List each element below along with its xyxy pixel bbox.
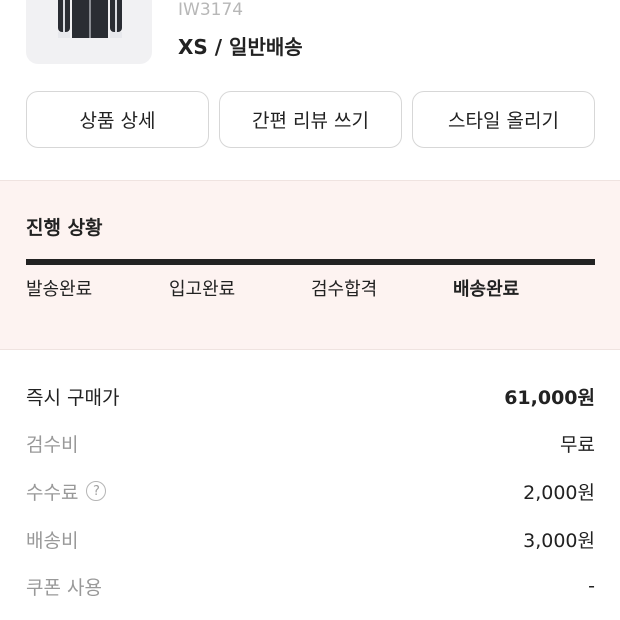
quick-review-button[interactable]: 간편 리뷰 쓰기 [219, 91, 402, 148]
commission-label-wrap: 수수료 ? [26, 478, 107, 505]
jacket-image [58, 0, 122, 42]
instant-buy-value: 61,000원 [504, 386, 595, 409]
product-detail-button[interactable]: 상품 상세 [26, 91, 209, 148]
coupon-label: 쿠폰 사용 [26, 576, 102, 599]
price-row-instant-buy: 즉시 구매가 61,000원 [26, 381, 595, 411]
order-detail-page: IW3174 XS / 일반배송 상품 상세 간편 리뷰 쓰기 스타일 올리기 … [0, 0, 620, 620]
product-thumbnail[interactable] [26, 0, 152, 64]
inspection-fee-label: 검수비 [26, 433, 79, 456]
instant-buy-label: 즉시 구매가 [26, 386, 120, 409]
progress-step-shipped: 발송완료 [26, 279, 93, 300]
inspection-fee-value: 무료 [560, 433, 595, 456]
progress-step-inspection-passed: 검수합격 [311, 279, 378, 300]
progress-step-received: 입고완료 [169, 279, 236, 300]
commission-label: 수수료 [26, 481, 79, 504]
progress-bar [26, 259, 595, 265]
shipping-fee-label: 배송비 [26, 529, 79, 552]
progress-step-delivered: 배송완료 [453, 279, 520, 300]
price-row-inspection-fee: 검수비 무료 [26, 428, 595, 458]
product-option: XS / 일반배송 [178, 35, 303, 59]
price-row-shipping-fee: 배송비 3,000원 [26, 524, 595, 554]
action-buttons: 상품 상세 간편 리뷰 쓰기 스타일 올리기 [26, 91, 595, 148]
shipping-fee-value: 3,000원 [523, 529, 595, 552]
commission-value: 2,000원 [523, 481, 595, 504]
product-model-code: IW3174 [178, 0, 244, 20]
post-style-button[interactable]: 스타일 올리기 [412, 91, 595, 148]
price-row-commission: 수수료 ? 2,000원 [26, 476, 595, 506]
coupon-value: - [588, 575, 595, 597]
progress-bar-fill [26, 259, 595, 265]
price-row-coupon[interactable]: 쿠폰 사용 - [26, 571, 595, 601]
question-circle-icon[interactable]: ? [86, 481, 107, 501]
progress-panel: 진행 상황 발송완료 입고완료 검수합격 배송완료 [0, 180, 620, 350]
progress-title: 진행 상황 [26, 217, 103, 239]
